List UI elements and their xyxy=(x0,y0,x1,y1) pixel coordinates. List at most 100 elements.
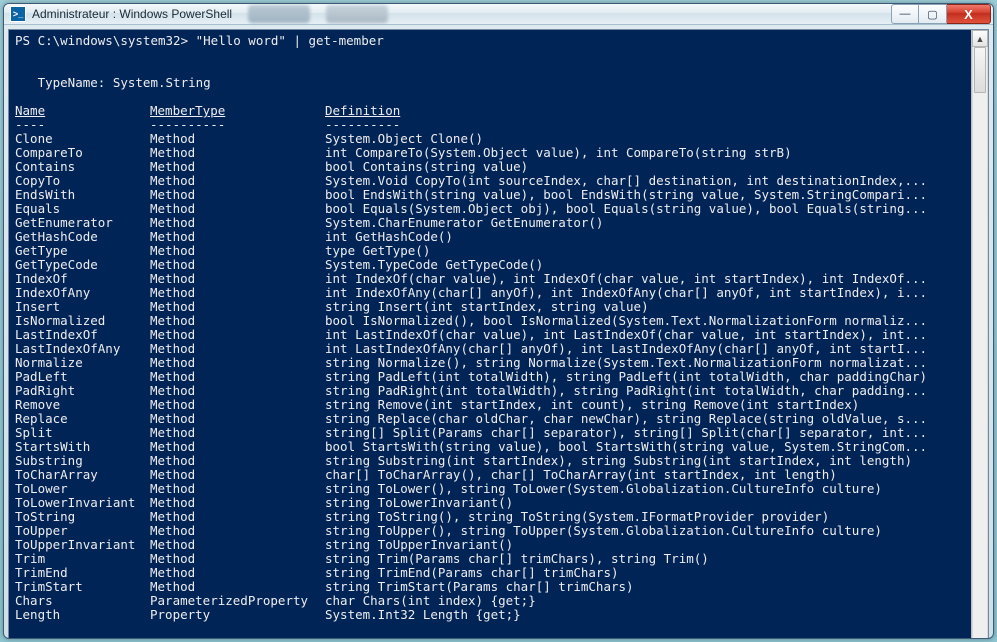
cell-name: ToLower xyxy=(15,482,150,496)
cell-name: Substring xyxy=(15,454,150,468)
cell-membertype: Method xyxy=(150,272,325,286)
cell-name: LastIndexOf xyxy=(15,328,150,342)
cell-definition: string Substring(int startIndex), string… xyxy=(325,454,927,468)
scroll-thumb[interactable] xyxy=(974,47,986,93)
cell-name: EndsWith xyxy=(15,188,150,202)
cell-membertype: Method xyxy=(150,538,325,552)
cell-definition: string ToUpperInvariant() xyxy=(325,538,927,552)
cell-definition: string Remove(int startIndex, int count)… xyxy=(325,398,927,412)
cell-definition: bool Contains(string value) xyxy=(325,160,927,174)
cell-definition: type GetType() xyxy=(325,244,927,258)
cell-membertype: Method xyxy=(150,398,325,412)
cell-name: StartsWith xyxy=(15,440,150,454)
table-row: TrimEndMethodstring TrimEnd(Params char[… xyxy=(15,566,927,580)
table-row: RemoveMethodstring Remove(int startIndex… xyxy=(15,398,927,412)
table-row: IndexOfMethodint IndexOf(char value), in… xyxy=(15,272,927,286)
cell-membertype: Method xyxy=(150,496,325,510)
table-row: ToLowerInvariantMethodstring ToLowerInva… xyxy=(15,496,927,510)
cell-definition: int IndexOf(char value), int IndexOf(cha… xyxy=(325,272,927,286)
table-row: ToStringMethodstring ToString(), string … xyxy=(15,510,927,524)
scroll-track[interactable] xyxy=(972,47,988,639)
cell-name: PadRight xyxy=(15,384,150,398)
maximize-button[interactable]: ▢ xyxy=(919,4,947,24)
table-row: IndexOfAnyMethodint IndexOfAny(char[] an… xyxy=(15,286,927,300)
cell-membertype: Method xyxy=(150,356,325,370)
cell-name: PadLeft xyxy=(15,370,150,384)
cell-definition: bool IsNormalized(), bool IsNormalized(S… xyxy=(325,314,927,328)
cell-membertype: Method xyxy=(150,286,325,300)
cell-definition: string Replace(char oldChar, char newCha… xyxy=(325,412,927,426)
cell-name: TrimEnd xyxy=(15,566,150,580)
scroll-up-button[interactable]: ▲ xyxy=(972,30,988,47)
table-row: NormalizeMethodstring Normalize(), strin… xyxy=(15,356,927,370)
powershell-window: >_ Administrateur : Windows PowerShell —… xyxy=(3,3,994,639)
table-row: TrimMethodstring Trim(Params char[] trim… xyxy=(15,552,927,566)
table-row: EndsWithMethodbool EndsWith(string value… xyxy=(15,188,927,202)
cell-definition: System.Void CopyTo(int sourceIndex, char… xyxy=(325,174,927,188)
window-title: Administrateur : Windows PowerShell xyxy=(32,7,232,21)
cell-definition: string Trim(Params char[] trimChars), st… xyxy=(325,552,927,566)
cell-membertype: Method xyxy=(150,412,325,426)
cell-membertype: Method xyxy=(150,160,325,174)
minimize-button[interactable]: — xyxy=(891,4,919,24)
cell-name: GetTypeCode xyxy=(15,258,150,272)
cell-membertype: Method xyxy=(150,580,325,594)
cell-name: TrimStart xyxy=(15,580,150,594)
cell-definition: bool EndsWith(string value), bool EndsWi… xyxy=(325,188,927,202)
table-row: GetTypeMethodtype GetType() xyxy=(15,244,927,258)
cell-membertype: Method xyxy=(150,146,325,160)
cell-definition: string ToLower(), string ToLower(System.… xyxy=(325,482,927,496)
table-row: IsNormalizedMethodbool IsNormalized(), b… xyxy=(15,314,927,328)
cell-name: IndexOfAny xyxy=(15,286,150,300)
vertical-scrollbar[interactable]: ▲ ▼ xyxy=(971,30,988,639)
cell-definition: bool Equals(System.Object obj), bool Equ… xyxy=(325,202,927,216)
cell-name: LastIndexOfAny xyxy=(15,342,150,356)
table-row: ToUpperInvariantMethodstring ToUpperInva… xyxy=(15,538,927,552)
cell-definition: string ToString(), string ToString(Syste… xyxy=(325,510,927,524)
cell-definition: System.Int32 Length {get;} xyxy=(325,608,927,622)
console-output[interactable]: PS C:\windows\system32> "Hello word" | g… xyxy=(9,30,971,639)
cell-name: Split xyxy=(15,426,150,440)
table-row: ContainsMethodbool Contains(string value… xyxy=(15,160,927,174)
cell-definition: char Chars(int index) {get;} xyxy=(325,594,927,608)
cell-membertype: Method xyxy=(150,244,325,258)
cell-membertype: ParameterizedProperty xyxy=(150,594,325,608)
cell-membertype: Method xyxy=(150,132,325,146)
cell-definition: System.Object Clone() xyxy=(325,132,927,146)
cell-definition: string TrimEnd(Params char[] trimChars) xyxy=(325,566,927,580)
cell-membertype: Method xyxy=(150,202,325,216)
table-row: CloneMethodSystem.Object Clone() xyxy=(15,132,927,146)
table-row: LengthPropertySystem.Int32 Length {get;} xyxy=(15,608,927,622)
close-button[interactable]: X xyxy=(947,4,991,24)
cell-membertype: Method xyxy=(150,426,325,440)
table-row: CopyToMethodSystem.Void CopyTo(int sourc… xyxy=(15,174,927,188)
table-row: GetHashCodeMethodint GetHashCode() xyxy=(15,230,927,244)
cell-membertype: Method xyxy=(150,342,325,356)
cell-definition: string Insert(int startIndex, string val… xyxy=(325,300,927,314)
cell-name: Trim xyxy=(15,552,150,566)
cell-definition: System.TypeCode GetTypeCode() xyxy=(325,258,927,272)
table-row: InsertMethodstring Insert(int startIndex… xyxy=(15,300,927,314)
cell-definition: int CompareTo(System.Object value), int … xyxy=(325,146,927,160)
cell-name: IndexOf xyxy=(15,272,150,286)
table-row: TrimStartMethodstring TrimStart(Params c… xyxy=(15,580,927,594)
cell-membertype: Method xyxy=(150,328,325,342)
table-row: StartsWithMethodbool StartsWith(string v… xyxy=(15,440,927,454)
typename-line: TypeName: System.String xyxy=(15,75,211,90)
cell-definition: int LastIndexOf(char value), int LastInd… xyxy=(325,328,927,342)
cell-definition: int GetHashCode() xyxy=(325,230,927,244)
cell-definition: string PadLeft(int totalWidth), string P… xyxy=(325,370,927,384)
cell-name: ToLowerInvariant xyxy=(15,496,150,510)
cell-membertype: Property xyxy=(150,608,325,622)
cell-name: Remove xyxy=(15,398,150,412)
cell-name: Clone xyxy=(15,132,150,146)
table-row: ToCharArrayMethodchar[] ToCharArray(), c… xyxy=(15,468,927,482)
table-row: ReplaceMethodstring Replace(char oldChar… xyxy=(15,412,927,426)
cell-membertype: Method xyxy=(150,482,325,496)
cell-membertype: Method xyxy=(150,384,325,398)
titlebar[interactable]: >_ Administrateur : Windows PowerShell —… xyxy=(4,4,993,25)
cell-membertype: Method xyxy=(150,552,325,566)
cell-membertype: Method xyxy=(150,468,325,482)
cell-membertype: Method xyxy=(150,258,325,272)
cell-membertype: Method xyxy=(150,314,325,328)
